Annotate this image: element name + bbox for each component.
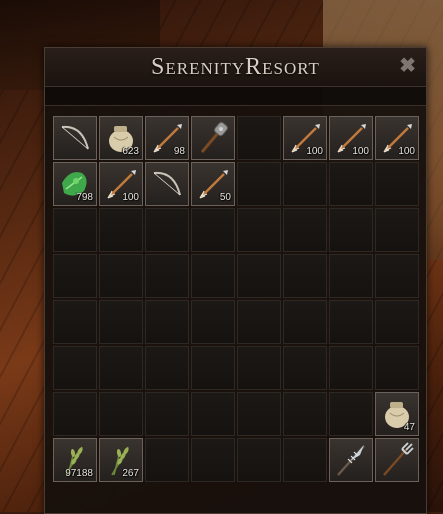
inventory-slot[interactable]: 100 <box>375 116 419 160</box>
inventory-slot[interactable] <box>237 346 281 390</box>
inventory-slot[interactable] <box>237 116 281 160</box>
inventory-slot[interactable] <box>145 254 189 298</box>
inventory-slot[interactable]: 50 <box>191 162 235 206</box>
inventory-slot[interactable] <box>375 300 419 344</box>
inventory-slot[interactable] <box>191 300 235 344</box>
inventory-slot[interactable] <box>191 438 235 482</box>
inventory-slot[interactable] <box>53 392 97 436</box>
item-quantity: 798 <box>76 192 93 203</box>
inventory-slot[interactable] <box>237 162 281 206</box>
item-quantity: 98 <box>173 146 185 157</box>
inventory-slot[interactable] <box>99 300 143 344</box>
item-quantity: 100 <box>398 146 415 157</box>
inventory-slot[interactable] <box>145 346 189 390</box>
inventory-slot[interactable] <box>53 300 97 344</box>
inventory-slot[interactable] <box>237 392 281 436</box>
inventory-window: SerenityResort ✖ 623 98 100 100 100 798 100 50 4… <box>44 47 427 514</box>
inventory-grid: 623 98 100 100 100 798 100 50 47 97188 267 <box>53 116 419 482</box>
inventory-slot[interactable] <box>145 392 189 436</box>
inventory-slot[interactable] <box>329 208 373 252</box>
inventory-slot[interactable] <box>53 254 97 298</box>
inventory-slot[interactable] <box>145 208 189 252</box>
inventory-slot[interactable] <box>375 438 419 482</box>
window-subbar <box>45 87 426 106</box>
inventory-slot[interactable] <box>329 392 373 436</box>
inventory-slot[interactable] <box>375 254 419 298</box>
inventory-slot[interactable] <box>99 392 143 436</box>
item-quantity: 100 <box>122 192 139 203</box>
inventory-slot[interactable] <box>191 392 235 436</box>
inventory-slot[interactable] <box>283 254 327 298</box>
inventory-slot[interactable] <box>375 208 419 252</box>
inventory-slot[interactable]: 267 <box>99 438 143 482</box>
inventory-slot[interactable] <box>329 300 373 344</box>
inventory-slot[interactable]: 100 <box>283 116 327 160</box>
window-title: SerenityResort <box>151 53 320 80</box>
inventory-slot[interactable] <box>283 300 327 344</box>
inventory-slot[interactable] <box>283 392 327 436</box>
inventory-slot[interactable] <box>375 162 419 206</box>
inventory-slot[interactable] <box>191 254 235 298</box>
item-quantity: 50 <box>219 192 231 203</box>
inventory-slot[interactable] <box>237 300 281 344</box>
inventory-slot[interactable]: 98 <box>145 116 189 160</box>
inventory-slot[interactable] <box>329 254 373 298</box>
inventory-slot[interactable] <box>99 346 143 390</box>
item-quantity: 100 <box>306 146 323 157</box>
inventory-slot[interactable] <box>329 162 373 206</box>
inventory-slot[interactable]: 47 <box>375 392 419 436</box>
inventory-slot[interactable] <box>283 346 327 390</box>
inventory-slot[interactable] <box>53 346 97 390</box>
item-quantity: 100 <box>352 146 369 157</box>
item-quantity: 47 <box>403 422 415 433</box>
inventory-slot[interactable] <box>237 254 281 298</box>
inventory-slot[interactable] <box>191 116 235 160</box>
inventory-slot[interactable] <box>283 162 327 206</box>
inventory-slot[interactable] <box>283 438 327 482</box>
inventory-slot[interactable] <box>283 208 327 252</box>
inventory-slot[interactable]: 798 <box>53 162 97 206</box>
inventory-slot[interactable] <box>375 346 419 390</box>
item-quantity: 97188 <box>65 468 93 479</box>
inventory-slot[interactable] <box>329 346 373 390</box>
window-titlebar[interactable]: SerenityResort ✖ <box>45 48 426 87</box>
inventory-slot[interactable] <box>53 116 97 160</box>
inventory-slot[interactable] <box>145 438 189 482</box>
inventory-slot[interactable] <box>329 438 373 482</box>
inventory-slot[interactable] <box>53 208 97 252</box>
inventory-slot[interactable] <box>145 300 189 344</box>
inventory-slot[interactable]: 97188 <box>53 438 97 482</box>
inventory-slot[interactable] <box>99 208 143 252</box>
inventory-slot[interactable] <box>191 346 235 390</box>
inventory-slot[interactable] <box>191 208 235 252</box>
close-icon[interactable]: ✖ <box>399 56 416 76</box>
item-quantity: 623 <box>122 146 139 157</box>
inventory-slot[interactable] <box>99 254 143 298</box>
inventory-slot[interactable] <box>145 162 189 206</box>
inventory-slot[interactable]: 623 <box>99 116 143 160</box>
item-quantity: 267 <box>122 468 139 479</box>
inventory-slot[interactable]: 100 <box>99 162 143 206</box>
inventory-slot[interactable]: 100 <box>329 116 373 160</box>
inventory-slot[interactable] <box>237 438 281 482</box>
inventory-slot[interactable] <box>237 208 281 252</box>
